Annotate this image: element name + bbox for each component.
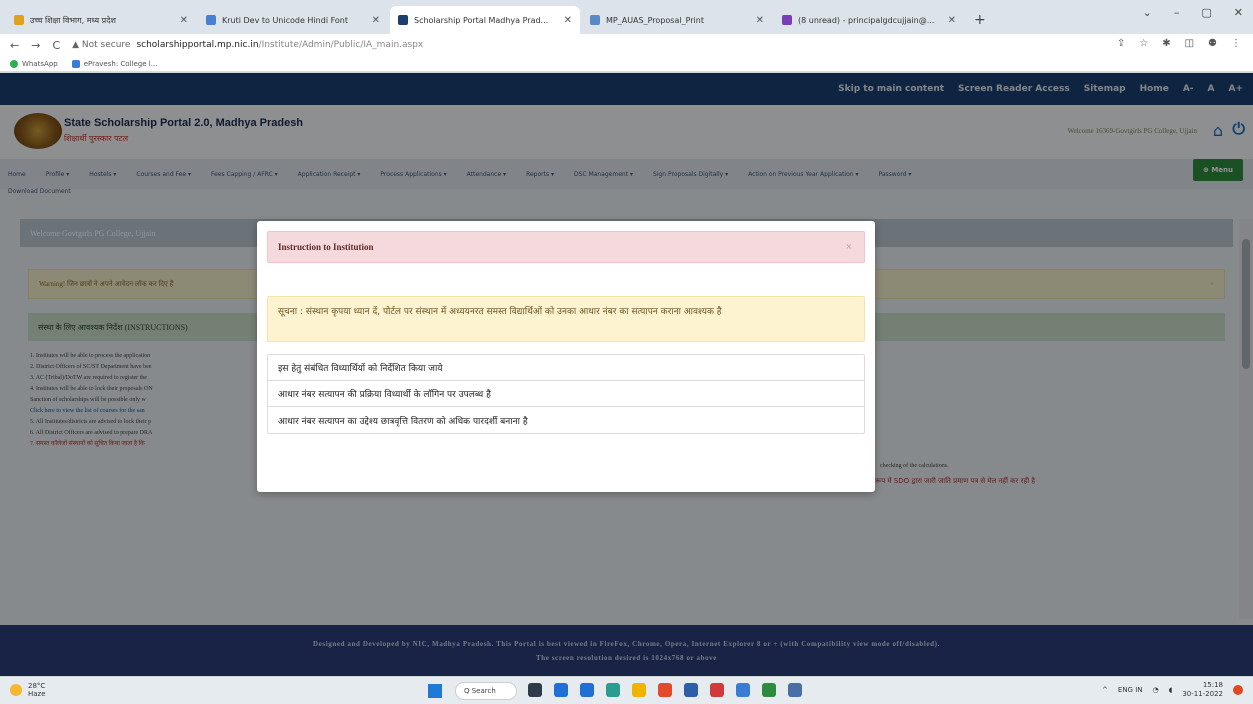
browser-tab[interactable]: उच्च शिक्षा विभाग, मध्य प्रदेश ✕ [6,6,196,34]
word-icon[interactable] [684,683,698,697]
bookmark-label: ePravesh: College l... [83,59,158,68]
tab-label: Kruti Dev to Unicode Hindi Font [222,15,348,25]
address-bar-actions: ⇪ ☆ ✱ ◫ ⚉ ⋮ [1117,38,1241,49]
tab-label: Scholarship Portal Madhya Prad... [414,15,549,25]
weather-condition: Haze [28,690,46,698]
address-bar: ← → C ▲ Not secure scholarshipportal.mp.… [0,34,1253,56]
list-item: आधार नंबर सत्यापन की प्रक्रिया विध्यार्थ… [268,381,864,407]
tab-close-icon[interactable]: ✕ [756,15,764,26]
bookmarks-bar: WhatsApp ePravesh: College l... [0,56,1253,72]
clock-date: 30-11-2022 [1182,690,1223,698]
window-controls: ⌄ – ▢ ✕ [1143,6,1243,19]
tab-favicon-icon [398,15,408,25]
tab-favicon-icon [590,15,600,25]
app-icon[interactable] [736,683,750,697]
file-explorer-icon[interactable] [632,683,646,697]
system-tray: ^ ENG IN ◔ ◖ 15:18 30-11-2022 [1102,681,1243,699]
tab-close-icon[interactable]: ✕ [180,15,188,26]
tab-label: (8 unread) - principalgdcujjain@... [798,15,935,25]
extensions-icon[interactable]: ✱ [1162,38,1170,49]
windows-taskbar: 28°C Haze Q Search ^ ENG IN ◔ ◖ 15:18 30-1… [0,676,1253,704]
temperature: 28°C [28,682,46,690]
taskbar-apps [528,683,802,697]
maximize-icon[interactable]: ▢ [1201,6,1211,19]
tab-favicon-icon [782,15,792,25]
tab-close-icon[interactable]: ✕ [948,15,956,26]
bookmark-label: WhatsApp [22,59,58,68]
app-icon[interactable] [710,683,724,697]
tab-search-icon[interactable]: ⌄ [1143,6,1152,19]
sun-icon [10,684,22,696]
forward-icon[interactable]: → [31,39,40,52]
browser-tab[interactable]: MP_AUAS_Proposal_Print ✕ [582,6,772,34]
list-item: इस हेतु संबंधित विध्यार्थियों को निर्देश… [268,355,864,381]
chrome-icon[interactable] [658,683,672,697]
browser-menu-icon[interactable]: ⋮ [1231,38,1241,49]
tab-label: MP_AUAS_Proposal_Print [606,15,704,25]
language-indicator[interactable]: ENG IN [1118,686,1143,694]
task-view-icon[interactable] [528,683,542,697]
modal-header: Instruction to Institution × [267,231,865,263]
browser-tab[interactable]: (8 unread) - principalgdcujjain@... ✕ [774,6,964,34]
tab-close-icon[interactable]: ✕ [564,15,572,26]
list-item: आधार नंबर सत्यापन का उद्देश्य छात्रवृत्त… [278,416,528,427]
browser-tab-active[interactable]: Scholarship Portal Madhya Prad... ✕ [390,6,580,34]
edge-icon[interactable] [606,683,620,697]
taskbar-search[interactable]: Q Search [455,682,517,700]
bookmark-star-icon[interactable]: ☆ [1139,38,1148,49]
bookmark-whatsapp[interactable]: WhatsApp [10,59,58,68]
app-icon[interactable] [788,683,802,697]
widgets-icon[interactable] [554,683,568,697]
url-input[interactable]: scholarshipportal.mp.nic.in/Institute/Ad… [136,40,423,50]
tray-expand-icon[interactable]: ^ [1102,686,1108,694]
modal-notice: सूचना : संस्थान कृपया ध्यान दें, पोर्टल … [267,296,865,342]
notification-icon[interactable] [1233,685,1243,695]
volume-icon[interactable]: ◖ [1169,686,1173,694]
url-path: /Institute/Admin/Public/IA_main.aspx [258,40,424,50]
url-host: scholarshipportal.mp.nic.in [136,40,259,50]
browser-tab-strip: उच्च शिक्षा विभाग, मध्य प्रदेश ✕ Kruti De… [0,0,1253,34]
sidepanel-icon[interactable]: ◫ [1185,38,1194,49]
whatsapp-icon [10,59,18,68]
share-icon[interactable]: ⇪ [1117,38,1125,49]
store-icon[interactable] [580,683,594,697]
excel-icon[interactable] [762,683,776,697]
back-icon[interactable]: ← [10,39,19,52]
tab-favicon-icon [206,15,216,25]
not-secure-badge[interactable]: ▲ Not secure [72,40,130,50]
clock[interactable]: 15:18 30-11-2022 [1182,681,1223,699]
instruction-modal: Instruction to Institution × सूचना : संस… [257,221,875,492]
browser-tab[interactable]: Kruti Dev to Unicode Hindi Font ✕ [198,6,388,34]
profile-icon[interactable]: ⚉ [1208,38,1217,49]
modal-close-icon[interactable]: × [846,241,852,253]
tab-close-icon[interactable]: ✕ [372,15,380,26]
weather-widget[interactable]: 28°C Haze [10,682,46,698]
clock-time: 15:18 [1202,681,1223,689]
close-window-icon[interactable]: ✕ [1234,6,1243,19]
epravesh-icon [71,59,80,68]
tab-favicon-icon [14,15,24,25]
minimize-icon[interactable]: – [1174,6,1180,19]
tab-label: उच्च शिक्षा विभाग, मध्य प्रदेश [30,15,116,25]
windows-start-icon[interactable] [428,684,442,698]
modal-title: Instruction to Institution [278,242,374,252]
bookmark-epravesh[interactable]: ePravesh: College l... [71,59,158,68]
reload-icon[interactable]: C [52,39,60,52]
wifi-icon[interactable]: ◔ [1153,686,1159,694]
new-tab-icon[interactable]: + [966,12,994,34]
modal-instruction-list: इस हेतु संबंधित विध्यार्थियों को निर्देश… [267,354,865,434]
